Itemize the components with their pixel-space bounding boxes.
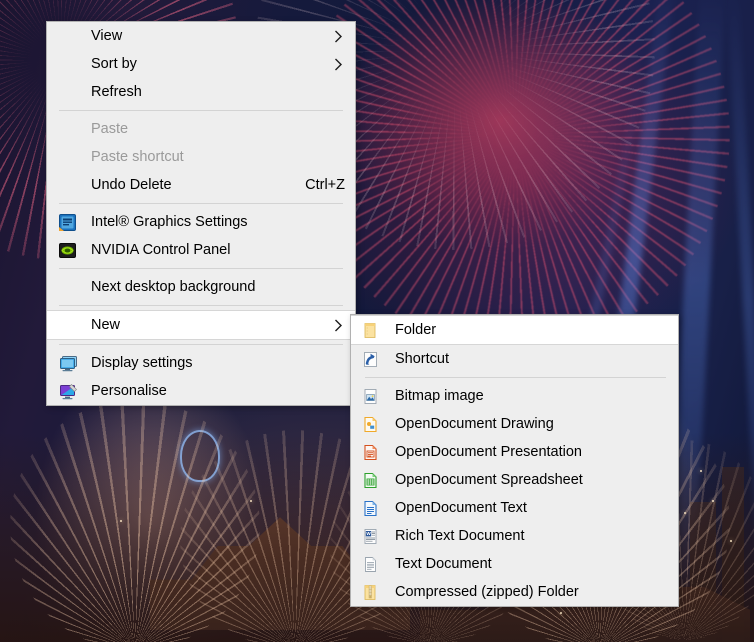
submenu-item-label: OpenDocument Spreadsheet (395, 471, 583, 488)
chevron-right-icon (331, 58, 345, 71)
menu-item-label: Undo Delete (91, 176, 172, 193)
city-light (712, 500, 714, 502)
menu-item-sort-by[interactable]: Sort by (47, 50, 355, 78)
menu-item-nvidia-control-panel[interactable]: NVIDIA Control Panel (47, 236, 355, 264)
menu-item-label: Sort by (91, 55, 137, 72)
submenu-item-label: Compressed (zipped) Folder (395, 583, 579, 600)
opendocument-drawing-icon (363, 414, 387, 434)
menu-item-label: Personalise (91, 382, 167, 399)
menu-separator (59, 344, 343, 345)
submenu-item-bitmap-image[interactable]: Bitmap image (351, 382, 678, 410)
menu-item-label: NVIDIA Control Panel (91, 241, 231, 258)
menu-item-label: Display settings (91, 354, 193, 371)
menu-item-label: View (91, 27, 123, 44)
menu-item-intel-graphics-settings[interactable]: Intel® Graphics Settings (47, 208, 355, 236)
text-document-icon (363, 554, 387, 574)
new-submenu[interactable]: Folder Shortcut Bitmap image OpenDocumen… (350, 314, 679, 607)
intel-graphics-icon (59, 212, 83, 232)
submenu-item-label: OpenDocument Drawing (395, 415, 554, 432)
bitmap-image-icon (363, 386, 387, 406)
menu-item-shortcut: Ctrl+Z (305, 177, 345, 193)
city-light (730, 540, 732, 542)
submenu-item-folder[interactable]: Folder (351, 315, 678, 345)
submenu-item-label: Text Document (395, 555, 492, 572)
submenu-item-label: Rich Text Document (395, 527, 525, 544)
submenu-item-label: OpenDocument Presentation (395, 443, 582, 460)
menu-item-paste-shortcut: Paste shortcut (47, 143, 355, 171)
no-icon (59, 26, 83, 46)
submenu-item-text-document[interactable]: Text Document (351, 550, 678, 578)
menu-separator (59, 305, 343, 306)
no-icon (59, 315, 83, 335)
menu-item-label: Paste shortcut (91, 148, 184, 165)
submenu-item-label: OpenDocument Text (395, 499, 527, 516)
menu-item-undo-delete[interactable]: Undo Delete Ctrl+Z (47, 171, 355, 199)
no-icon (59, 82, 83, 102)
submenu-item-opendocument-text[interactable]: OpenDocument Text (351, 494, 678, 522)
submenu-item-label: Bitmap image (395, 387, 484, 404)
desktop-context-menu[interactable]: View Sort by Refresh Paste Paste shortcu… (46, 21, 356, 406)
shortcut-icon (363, 349, 387, 369)
menu-separator (59, 110, 343, 111)
menu-item-personalise[interactable]: Personalise (47, 377, 355, 405)
submenu-item-label: Shortcut (395, 350, 449, 367)
menu-item-label: Refresh (91, 83, 142, 100)
city-light (560, 612, 562, 614)
city-light (684, 512, 686, 514)
no-icon (59, 54, 83, 74)
chevron-right-icon (331, 30, 345, 43)
folder-icon (363, 320, 387, 340)
no-icon (59, 119, 83, 139)
opendocument-presentation-icon (363, 442, 387, 462)
nvidia-icon (59, 240, 83, 260)
display-settings-icon (59, 353, 83, 373)
city-light (250, 500, 252, 502)
submenu-item-opendocument-presentation[interactable]: OpenDocument Presentation (351, 438, 678, 466)
menu-item-label: Next desktop background (91, 278, 256, 295)
menu-item-label: New (91, 316, 121, 333)
menu-item-new[interactable]: New (47, 310, 355, 340)
menu-separator (59, 203, 343, 204)
personalise-icon (59, 381, 83, 401)
menu-item-display-settings[interactable]: Display settings (47, 349, 355, 377)
no-icon (59, 147, 83, 167)
desktop-screen: View Sort by Refresh Paste Paste shortcu… (0, 0, 754, 642)
compressed-folder-icon (363, 582, 387, 602)
submenu-separator (365, 377, 666, 378)
rich-text-document-icon: W (363, 526, 387, 546)
city-light (700, 470, 702, 472)
chevron-right-icon (331, 319, 345, 332)
no-icon (59, 175, 83, 195)
menu-item-paste: Paste (47, 115, 355, 143)
submenu-item-opendocument-drawing[interactable]: OpenDocument Drawing (351, 410, 678, 438)
menu-item-next-desktop-background[interactable]: Next desktop background (47, 273, 355, 301)
menu-item-refresh[interactable]: Refresh (47, 78, 355, 106)
menu-item-label: Paste (91, 120, 129, 137)
opendocument-spreadsheet-icon (363, 470, 387, 490)
no-icon (59, 277, 83, 297)
submenu-item-rich-text-document[interactable]: W Rich Text Document (351, 522, 678, 550)
menu-item-label: Intel® Graphics Settings (91, 213, 248, 230)
opendocument-text-icon (363, 498, 387, 518)
submenu-item-label: Folder (395, 321, 437, 338)
submenu-item-compressed-folder[interactable]: Compressed (zipped) Folder (351, 578, 678, 606)
menu-separator (59, 268, 343, 269)
submenu-item-opendocument-spreadsheet[interactable]: OpenDocument Spreadsheet (351, 466, 678, 494)
svg-text:W: W (366, 531, 371, 536)
submenu-item-shortcut[interactable]: Shortcut (351, 345, 678, 373)
menu-item-view[interactable]: View (47, 22, 355, 50)
city-light (120, 520, 122, 522)
